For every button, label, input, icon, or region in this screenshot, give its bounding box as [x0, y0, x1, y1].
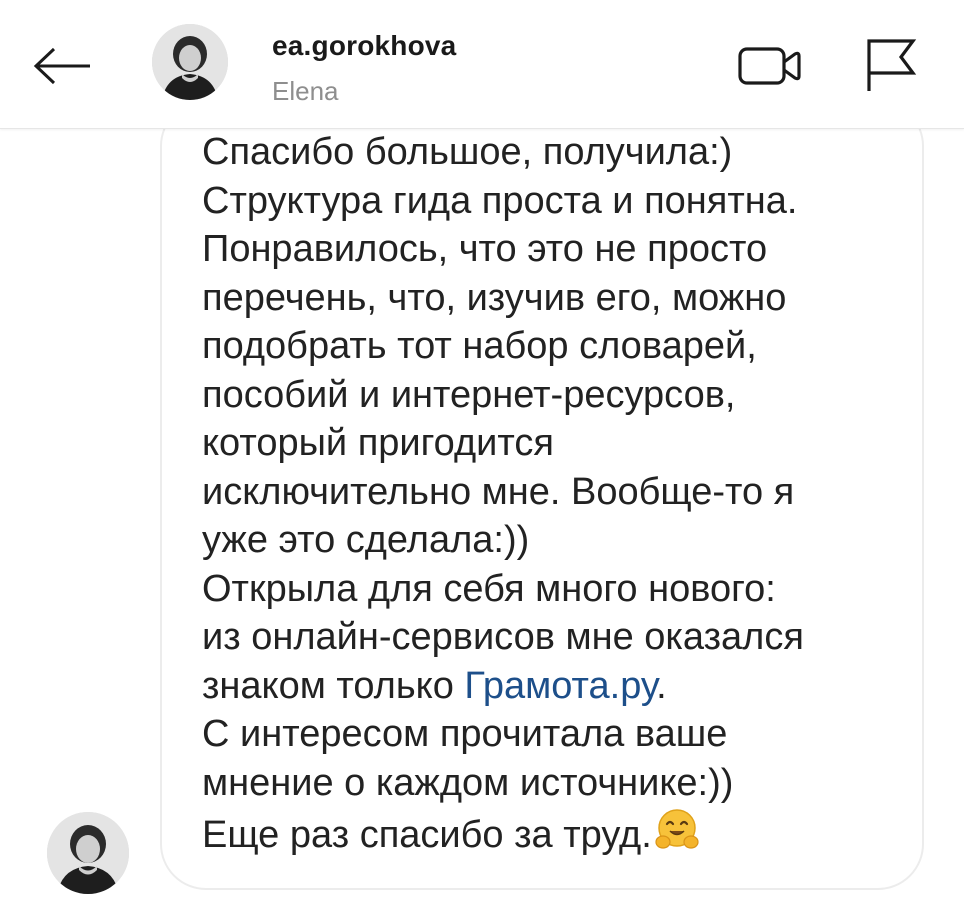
message-line: Структура гида проста и понятна. — [202, 179, 798, 222]
gramota-link[interactable]: Грамота.ру — [464, 665, 656, 707]
back-button[interactable] — [26, 36, 98, 96]
last-line-text: Еще раз спасибо за труд. — [202, 814, 652, 856]
avatar-photo — [47, 812, 129, 894]
link-suffix: . — [656, 664, 667, 707]
message-text: Спасибо большое, получила:) Структура ги… — [202, 128, 902, 856]
message-line: перечень, что, изучив его, можно — [202, 276, 787, 319]
chat-header: ea.gorokhova Elena — [0, 0, 964, 129]
avatar[interactable] — [152, 24, 228, 100]
report-button[interactable] — [856, 34, 926, 96]
message-line-with-link: знаком только Грамота.ру. — [202, 662, 902, 711]
message-line: С интересом прочитала ваше — [202, 713, 728, 755]
video-call-button[interactable] — [730, 38, 810, 94]
link-prefix: знаком только — [202, 664, 465, 707]
sender-avatar[interactable] — [47, 812, 129, 894]
message-line: Открыла для себя много нового: — [202, 567, 776, 610]
message-line: Спасибо большое, получила:) — [202, 131, 733, 173]
message-line: пособий и интернет-ресурсов, — [202, 373, 736, 416]
username[interactable]: ea.gorokhova — [272, 30, 456, 62]
message-line-last: Еще раз спасибо за труд. — [202, 807, 902, 856]
message-line: подобрать тот набор словарей, — [202, 325, 757, 367]
video-call-icon — [738, 47, 801, 85]
message-line: мнение о каждом источнике:)) — [202, 761, 734, 804]
flag-icon — [867, 39, 917, 91]
hugging-face-emoji — [654, 807, 700, 866]
message-line: из онлайн-сервисов мне оказался — [202, 616, 804, 658]
arrow-left-icon — [33, 47, 90, 85]
message-line: Понравилось, что это не просто — [202, 228, 768, 270]
message-line: который пригодится — [202, 422, 554, 464]
avatar-photo — [152, 24, 228, 100]
full-name: Elena — [272, 76, 339, 106]
message-line: уже это сделала:)) — [202, 519, 530, 561]
message-line: исключительно мне. Вообще-то я — [202, 470, 795, 513]
